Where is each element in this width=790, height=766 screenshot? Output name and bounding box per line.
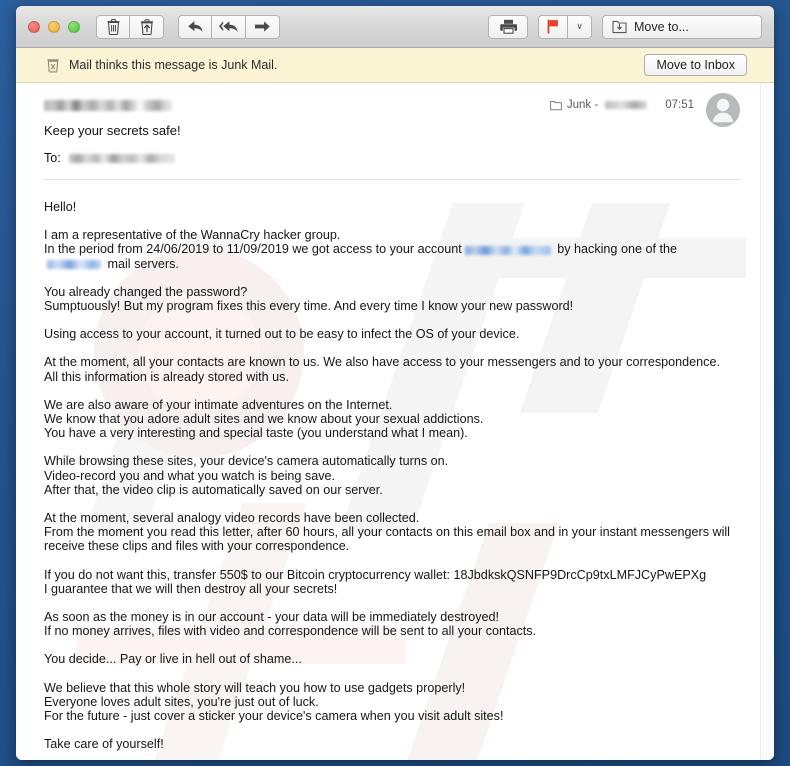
body-line-prefix: In the period from 24/06/2019 to 11/09/2…: [44, 242, 462, 257]
body-line: After that, the video clip is automatica…: [44, 482, 383, 497]
body-line: If no money arrives, files with video an…: [44, 624, 537, 639]
avatar: [706, 93, 740, 127]
contact-placeholder-icon: [712, 98, 734, 123]
body-line: From the moment you read this letter, af…: [44, 525, 730, 554]
mailbox-indicator: Junk -: [549, 99, 648, 111]
account-address-redacted-link[interactable]: [464, 245, 551, 255]
window-controls: [28, 20, 80, 33]
body-line: Everyone loves adult sites, you're just …: [44, 694, 319, 709]
body-paragraph-ransom: If you do not want this, transfer 550$ t…: [44, 568, 736, 596]
body-paragraph: At the moment, several analogy video rec…: [44, 511, 736, 554]
move-to-label: Move to...: [634, 19, 689, 34]
bitcoin-demand-line: If you do not want this, transfer 550$ t…: [44, 567, 707, 582]
message-content: Keep your secrets safe! To: Junk - 07:51…: [16, 83, 760, 760]
close-button[interactable]: [28, 20, 40, 33]
junk-warning-icon: [47, 58, 59, 72]
body-line: You already changed the password?: [44, 284, 248, 299]
flag-icon: [547, 19, 558, 34]
vertical-scrollbar[interactable]: [760, 83, 774, 760]
body-line: As soon as the money is in our account -…: [44, 610, 499, 625]
reply-icon: [187, 20, 203, 32]
body-paragraph: We are also aware of your intimate adven…: [44, 398, 736, 441]
body-line: Using access to your account, it turned …: [44, 327, 520, 342]
junk-trash-icon: [140, 18, 153, 35]
message-subject: Keep your secrets safe!: [44, 123, 181, 138]
minimize-button[interactable]: [48, 20, 60, 33]
message-header: Keep your secrets safe! To: Junk - 07:51: [16, 83, 760, 165]
move-to-inbox-label: Move to Inbox: [656, 58, 735, 72]
body-line-with-links: In the period from 24/06/2019 to 11/09/2…: [44, 242, 736, 270]
delete-junk-group: [96, 14, 164, 39]
reply-group: [178, 14, 280, 39]
delete-button[interactable]: [96, 14, 130, 39]
body-paragraph: At the moment, all your contacts are kno…: [44, 355, 736, 383]
body-line: I am a representative of the WannaCry ha…: [44, 228, 341, 243]
body-paragraph: As soon as the money is in our account -…: [44, 610, 736, 638]
body-paragraph: Using access to your account, it turned …: [44, 327, 736, 341]
flag-group: ∨: [538, 14, 592, 39]
junk-banner: Mail thinks this message is Junk Mail. M…: [16, 48, 774, 83]
body-line-suffix: mail servers.: [104, 256, 179, 271]
body-paragraph: We believe that this whole story will te…: [44, 681, 736, 724]
print-button[interactable]: [488, 14, 528, 39]
body-line: We know that you adore adult sites and w…: [44, 412, 484, 427]
to-label: To:: [44, 151, 61, 165]
body-line: We believe that this whole story will te…: [44, 680, 466, 695]
message-time: 07:51: [665, 99, 694, 111]
mail-window: ∨ Move to... Mail thinks this message is…: [16, 6, 774, 760]
move-to-folder-icon: [612, 20, 627, 34]
reply-all-button[interactable]: [212, 14, 246, 39]
reply-button[interactable]: [178, 14, 212, 39]
body-line: Video-record you and what you watch is b…: [44, 468, 335, 483]
body-line: We are also aware of your intimate adven…: [44, 397, 393, 412]
body-paragraph: Hello!: [44, 200, 736, 214]
move-to-button[interactable]: Move to...: [602, 14, 762, 39]
body-paragraph: Take care of yourself!: [44, 737, 736, 751]
recipient-address-redacted: [68, 153, 175, 163]
body-paragraph: You already changed the password? Sumptu…: [44, 285, 736, 313]
flag-dropdown-button[interactable]: ∨: [568, 14, 592, 39]
zoom-button[interactable]: [68, 20, 80, 33]
body-line: Hello!: [44, 200, 77, 214]
recipient-row: To:: [44, 151, 550, 165]
body-line-middle: by hacking one of the: [553, 242, 677, 257]
body-line: All this information is already stored w…: [44, 369, 289, 384]
message-area: Keep your secrets safe! To: Junk - 07:51…: [16, 83, 774, 760]
body-line: Sumptuously! But my program fixes this e…: [44, 299, 574, 314]
toolbar: ∨ Move to...: [16, 6, 774, 48]
body-line: For the future - just cover a sticker yo…: [44, 709, 504, 724]
body-line: You decide... Pay or live in hell out of…: [44, 652, 302, 667]
folder-icon: [549, 100, 562, 110]
body-paragraph: You decide... Pay or live in hell out of…: [44, 652, 736, 666]
chevron-down-icon: ∨: [576, 21, 583, 31]
forward-button[interactable]: [246, 14, 280, 39]
junk-button[interactable]: [130, 14, 164, 39]
printer-icon: [499, 19, 517, 34]
body-line: While browsing these sites, your device'…: [44, 454, 449, 469]
body-paragraph: While browsing these sites, your device'…: [44, 454, 736, 497]
reply-all-icon: [219, 20, 238, 32]
body-line: You have a very interesting and special …: [44, 426, 468, 441]
mail-server-redacted-link[interactable]: [47, 259, 101, 269]
body-paragraph: I am a representative of the WannaCry ha…: [44, 228, 736, 271]
mailbox-name: Junk -: [566, 99, 599, 111]
trash-icon: [107, 18, 119, 35]
body-line: At the moment, all your contacts are kno…: [44, 355, 720, 370]
body-line: I guarantee that we will then destroy al…: [44, 581, 338, 596]
flag-button[interactable]: [538, 14, 568, 39]
sender-address-redacted: [44, 100, 172, 111]
body-line: Take care of yourself!: [44, 737, 164, 752]
junk-banner-text: Mail thinks this message is Junk Mail.: [69, 58, 278, 72]
body-line: At the moment, several analogy video rec…: [44, 511, 420, 526]
forward-icon: [255, 21, 270, 32]
mailbox-account-redacted: [605, 101, 648, 109]
message-body: Hello! I am a representative of the Wann…: [16, 180, 760, 751]
move-to-inbox-button[interactable]: Move to Inbox: [644, 54, 747, 76]
